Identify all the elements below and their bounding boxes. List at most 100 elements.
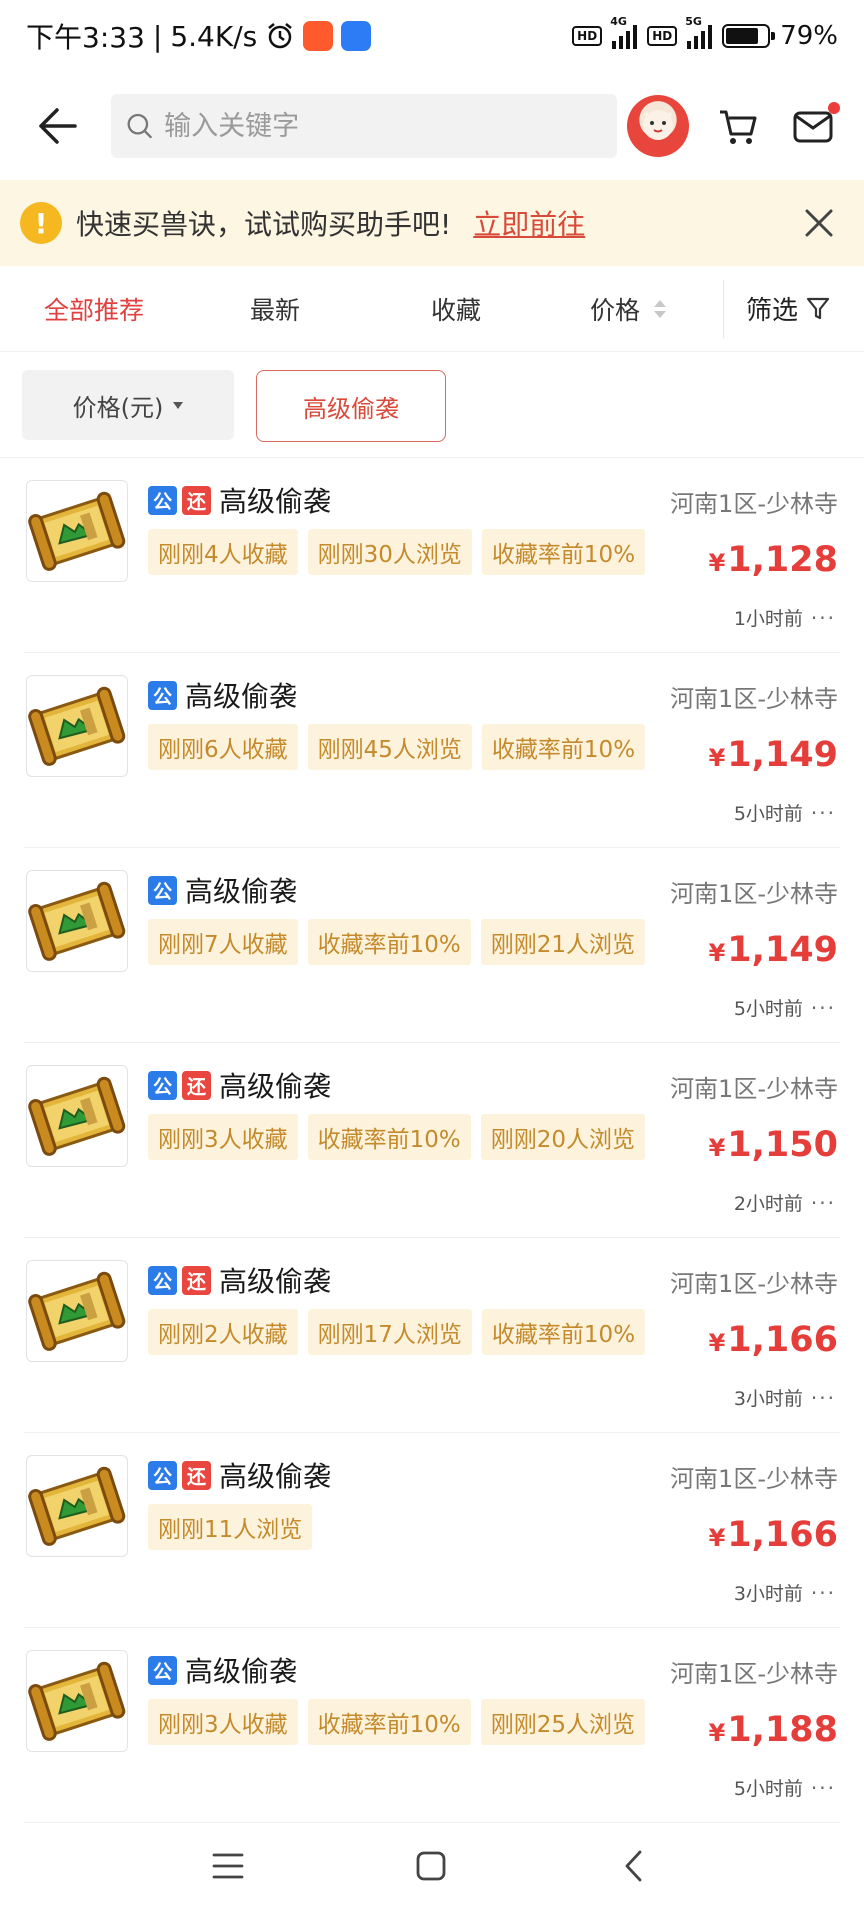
public-badge: 公 — [148, 1655, 177, 1685]
item-server: 河南1区-少林寺 — [670, 490, 838, 518]
item-time-row: 2小时前 ··· — [734, 1189, 836, 1216]
skill-chip[interactable]: 高级偷袭 — [256, 370, 446, 442]
price-chip-label: 价格(元) — [72, 393, 164, 422]
stat-tag: 收藏率前10% — [307, 919, 471, 965]
item-title: 高级偷袭 — [185, 875, 298, 908]
more-icon[interactable]: ··· — [811, 606, 836, 630]
item-price: ¥ 1,166 — [709, 1320, 838, 1360]
stat-tag: 刚刚20人浏览 — [480, 1114, 646, 1160]
list-item[interactable]: 公 高级偷袭 河南1区-少林寺 刚刚6人收藏 刚刚45人浏览 收藏率前10% ¥ 1… — [0, 653, 864, 848]
item-price: ¥ 1,128 — [709, 540, 838, 580]
stat-tag: 刚刚11人浏览 — [148, 1504, 313, 1550]
stat-tag: 收藏率前10% — [307, 1114, 471, 1160]
item-thumbnail[interactable] — [26, 1065, 128, 1167]
price-value: 1,150 — [727, 1125, 838, 1165]
filter-icon — [806, 297, 830, 319]
list-item[interactable]: 公 高级偷袭 河南1区-少林寺 刚刚3人收藏 收藏率前10% 刚刚25人浏览 ¥ 1… — [0, 1628, 864, 1823]
price-value: 1,166 — [727, 1320, 838, 1360]
warning-icon: ! — [20, 202, 62, 244]
item-thumbnail[interactable] — [26, 870, 128, 972]
return-badge: 还 — [182, 1265, 211, 1295]
close-banner-button[interactable] — [794, 198, 844, 248]
filter-button[interactable]: 筛选 — [746, 290, 830, 327]
menu-button[interactable] — [188, 1826, 268, 1906]
network-speed: 5.4K/s — [170, 19, 258, 53]
public-badge: 公 — [148, 1460, 177, 1490]
price-value: 1,149 — [727, 735, 838, 775]
list-item[interactable]: 公 高级偷袭 河南1区-少林寺 刚刚7人收藏 收藏率前10% 刚刚21人浏览 ¥ 1… — [0, 848, 864, 1043]
item-title-row: 公还 高级偷袭 — [148, 1260, 331, 1300]
currency-symbol: ¥ — [708, 744, 726, 772]
stat-tag: 刚刚4人收藏 — [148, 529, 298, 575]
back-button[interactable] — [24, 91, 91, 161]
item-time: 3小时前 — [733, 1388, 803, 1410]
list-item[interactable]: 公还 高级偷袭 河南1区-少林寺 刚刚4人收藏 刚刚30人浏览 收藏率前10% ¥ … — [0, 458, 864, 653]
item-server: 河南1区-少林寺 — [670, 685, 838, 713]
cart-button[interactable] — [711, 98, 764, 154]
return-badge: 还 — [182, 1460, 211, 1490]
item-price: ¥ 1,149 — [709, 735, 838, 775]
tab-favorites[interactable]: 收藏 — [431, 291, 481, 327]
public-badge: 公 — [148, 680, 177, 710]
more-icon[interactable]: ··· — [811, 1386, 836, 1410]
tab-all-recommended[interactable]: 全部推荐 — [44, 291, 144, 327]
battery-icon — [722, 24, 776, 48]
item-time-row: 3小时前 ··· — [734, 1579, 836, 1606]
item-title: 高级偷袭 — [219, 1460, 332, 1493]
more-icon[interactable]: ··· — [811, 1776, 836, 1800]
return-badge: 还 — [182, 1070, 211, 1100]
tab-latest[interactable]: 最新 — [250, 291, 300, 327]
search-bar[interactable] — [110, 94, 618, 158]
avatar[interactable] — [627, 95, 690, 157]
system-nav-bar — [0, 1812, 864, 1920]
sort-arrows-icon — [654, 299, 667, 318]
close-icon — [805, 209, 833, 237]
item-time-row: 5小时前 ··· — [734, 1774, 836, 1801]
more-icon[interactable]: ··· — [811, 1581, 836, 1605]
more-icon[interactable]: ··· — [811, 996, 836, 1020]
stat-tag: 刚刚17人浏览 — [307, 1309, 472, 1355]
alarm-icon — [265, 21, 295, 51]
list-item[interactable]: 公还 高级偷袭 河南1区-少林寺 刚刚11人浏览 ¥ 1,166 3小时前 ··… — [0, 1433, 864, 1628]
banner-link[interactable]: 立即前往 — [473, 203, 585, 243]
hd-icon: HD — [572, 26, 603, 46]
item-thumbnail[interactable] — [26, 675, 128, 777]
tab-price-label: 价格 — [590, 295, 641, 325]
list-item[interactable]: 公还 高级偷袭 河南1区-少林寺 刚刚3人收藏 收藏率前10% 刚刚20人浏览 ¥ … — [0, 1043, 864, 1238]
item-time-row: 5小时前 ··· — [734, 799, 836, 826]
price-value: 1,149 — [727, 930, 838, 970]
home-button[interactable] — [391, 1826, 471, 1906]
public-badge: 公 — [148, 875, 177, 905]
stat-tag: 刚刚2人收藏 — [148, 1309, 298, 1355]
item-tags: 刚刚11人浏览 — [148, 1504, 313, 1550]
item-thumbnail[interactable] — [26, 1260, 128, 1362]
item-tags: 刚刚4人收藏 刚刚30人浏览 收藏率前10% — [148, 529, 646, 575]
item-title: 高级偷袭 — [185, 680, 298, 713]
more-icon[interactable]: ··· — [811, 1191, 836, 1215]
item-title: 高级偷袭 — [185, 1655, 298, 1688]
filter-label: 筛选 — [746, 296, 799, 326]
price-chip[interactable]: 价格(元) — [22, 370, 234, 440]
stat-tag: 刚刚21人浏览 — [480, 919, 646, 965]
more-icon[interactable]: ··· — [811, 801, 836, 825]
item-title: 高级偷袭 — [219, 485, 332, 518]
search-input[interactable] — [164, 110, 604, 142]
item-server: 河南1区-少林寺 — [670, 880, 838, 908]
assistant-banner: ! 快速买兽诀，试试购买助手吧! 立即前往 — [0, 180, 864, 266]
item-title-row: 公 高级偷袭 — [148, 1650, 297, 1690]
price-value: 1,166 — [727, 1515, 838, 1555]
tab-price[interactable]: 价格 — [590, 291, 667, 327]
message-button[interactable] — [787, 98, 840, 154]
item-thumbnail[interactable] — [26, 1650, 128, 1752]
item-thumbnail[interactable] — [26, 1455, 128, 1557]
stat-tag: 收藏率前10% — [481, 529, 646, 575]
item-tags: 刚刚6人收藏 刚刚45人浏览 收藏率前10% — [148, 724, 646, 770]
back-arrow-icon — [39, 108, 78, 144]
item-thumbnail[interactable] — [26, 480, 128, 582]
item-title-row: 公 高级偷袭 — [148, 870, 297, 910]
nav-back-button[interactable] — [594, 1826, 674, 1906]
item-tags: 刚刚3人收藏 收藏率前10% 刚刚20人浏览 — [148, 1114, 646, 1160]
list-item[interactable]: 公还 高级偷袭 河南1区-少林寺 刚刚2人收藏 刚刚17人浏览 收藏率前10% ¥ … — [0, 1238, 864, 1433]
top-bar — [0, 72, 864, 180]
item-server: 河南1区-少林寺 — [670, 1270, 838, 1298]
